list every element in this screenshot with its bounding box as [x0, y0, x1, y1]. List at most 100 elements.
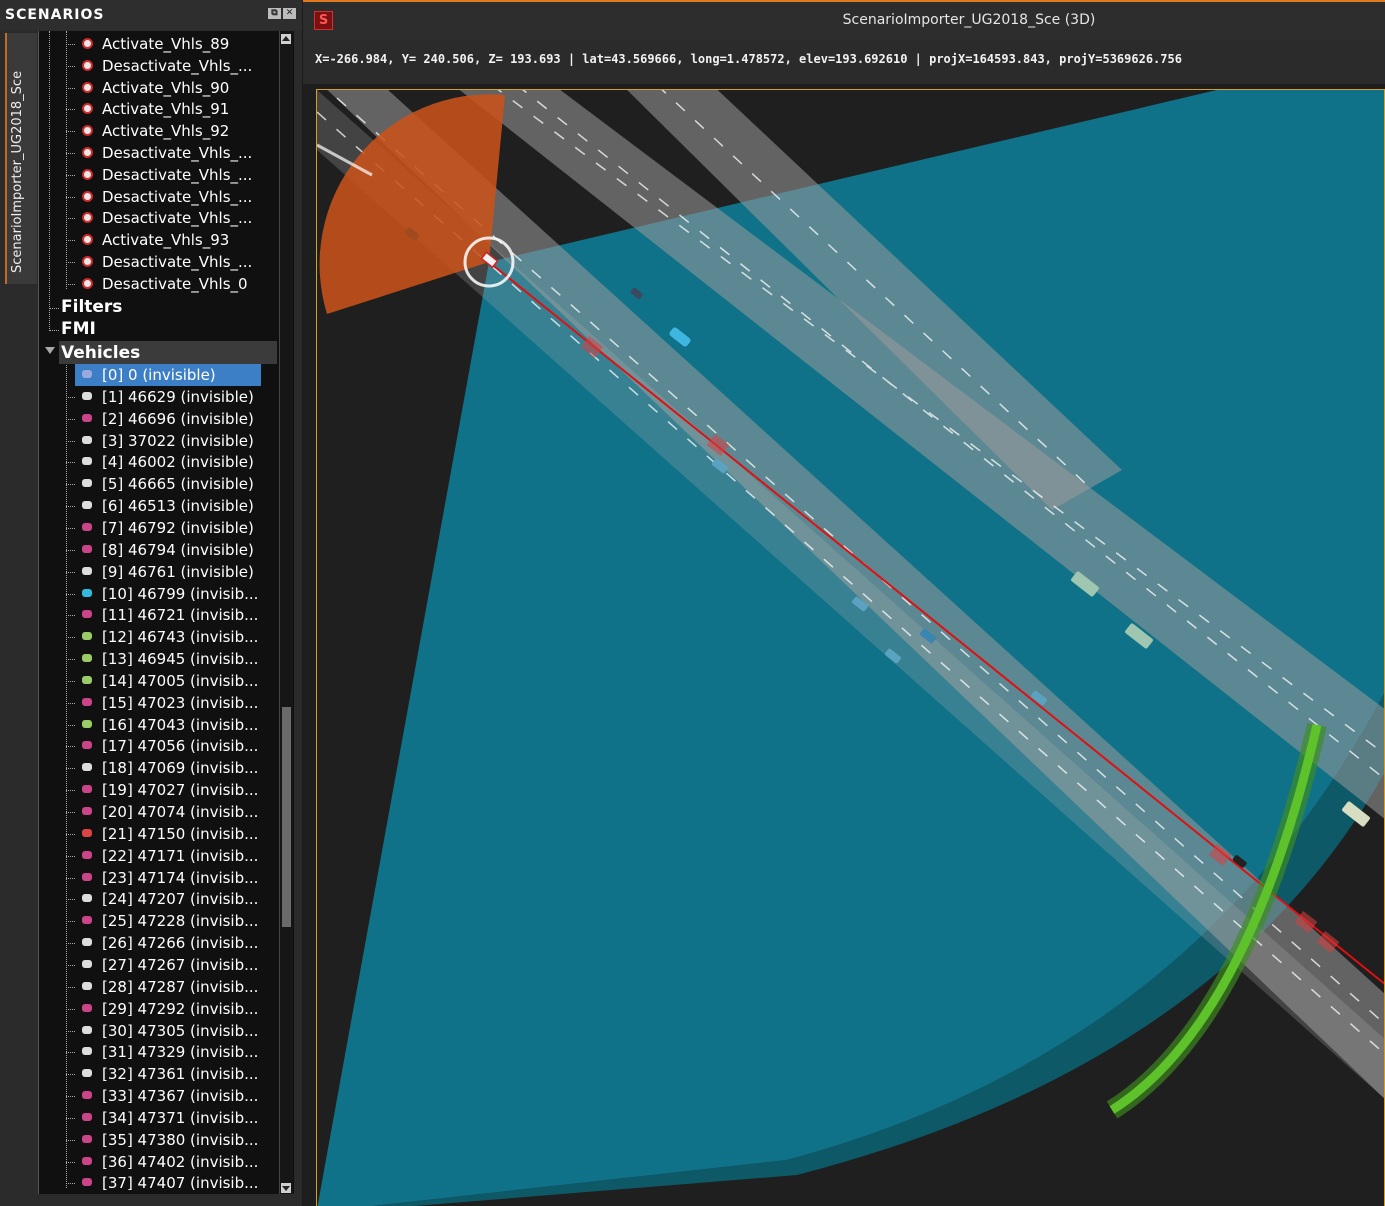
vehicle-item[interactable]: [19] 47027 (invisib...: [39, 779, 279, 801]
vehicle-item[interactable]: [5] 46665 (invisible): [39, 473, 279, 495]
vehicle-item[interactable]: [2] 46696 (invisible): [39, 408, 279, 430]
vehicle-item[interactable]: [0] 0 (invisible): [75, 364, 261, 386]
vehicle-label: [10] 46799 (invisib...: [102, 584, 259, 603]
vehicle-item[interactable]: [15] 47023 (invisib...: [39, 692, 279, 714]
vehicle-label: [7] 46792 (invisible): [102, 518, 254, 537]
vehicle-icon: [82, 1134, 92, 1143]
vehicle-label: [14] 47005 (invisib...: [102, 671, 259, 690]
subscenario-item[interactable]: Activate_Vhls_89: [39, 33, 279, 55]
vehicle-item[interactable]: [37] 47407 (invisib...: [39, 1172, 279, 1194]
vehicle-icon: [82, 785, 92, 794]
vehicle-item[interactable]: [6] 46513 (invisible): [39, 495, 279, 517]
vehicle-item[interactable]: [17] 47056 (invisib...: [39, 735, 279, 757]
vehicle-item[interactable]: [22] 47171 (invisib...: [39, 845, 279, 867]
vehicle-label: [6] 46513 (invisible): [102, 497, 254, 516]
vehicle-item[interactable]: [10] 46799 (invisib...: [39, 583, 279, 605]
vehicle-icon: [82, 1003, 92, 1012]
vehicle-icon: [82, 828, 92, 837]
scroll-down-button[interactable]: [281, 1183, 291, 1193]
scene-svg[interactable]: [317, 90, 1385, 1206]
subscenario-item[interactable]: Desactivate_Vhls_...: [39, 142, 279, 164]
vehicle-label: [19] 47027 (invisib...: [102, 781, 259, 800]
tree-section-filters[interactable]: Filters: [39, 297, 279, 319]
scenario-pin-icon: [82, 147, 93, 158]
vehicle-item[interactable]: [8] 46794 (invisible): [39, 539, 279, 561]
vehicle-item[interactable]: [24] 47207 (invisib...: [39, 888, 279, 910]
vehicle-item[interactable]: [31] 47329 (invisib...: [39, 1041, 279, 1063]
vehicle-item[interactable]: [20] 47074 (invisib...: [39, 801, 279, 823]
vehicle-item[interactable]: [25] 47228 (invisib...: [39, 910, 279, 932]
vehicle-item[interactable]: [27] 47267 (invisib...: [39, 954, 279, 976]
viewport-titlebar: S ScenarioImporter_UG2018_Sce (3D): [303, 2, 1385, 40]
subscenario-item[interactable]: Desactivate_Vhls_...: [39, 55, 279, 77]
subscenario-item[interactable]: Activate_Vhls_91: [39, 98, 279, 120]
vehicle-item[interactable]: [14] 47005 (invisib...: [39, 670, 279, 692]
vehicle-icon: [82, 697, 92, 706]
subscenario-item[interactable]: Desactivate_Vhls_...: [39, 207, 279, 229]
subscenario-label: Desactivate_Vhls_...: [102, 165, 253, 184]
tree-section-fmi[interactable]: FMI: [39, 319, 279, 341]
vehicle-item[interactable]: [4] 46002 (invisible): [39, 451, 279, 473]
subscenario-item[interactable]: Desactivate_Vhls_...: [39, 164, 279, 186]
vehicle-item[interactable]: [21] 47150 (invisib...: [39, 823, 279, 845]
vehicle-icon: [82, 675, 92, 684]
scene-canvas[interactable]: [316, 89, 1385, 1206]
tab-scenario[interactable]: ScenarioImporter_UG2018_Sce: [5, 33, 37, 284]
vehicle-item[interactable]: [32] 47361 (invisib...: [39, 1063, 279, 1085]
vehicle-item[interactable]: [18] 47069 (invisib...: [39, 757, 279, 779]
vehicle-label: [18] 47069 (invisib...: [102, 759, 259, 778]
vehicle-label: [20] 47074 (invisib...: [102, 803, 259, 821]
subscenario-item[interactable]: Activate_Vhls_92: [39, 120, 279, 142]
vehicle-label: [5] 46665 (invisible): [102, 475, 254, 494]
vehicle-item[interactable]: [3] 37022 (invisible): [39, 430, 279, 452]
vehicle-icon: [82, 566, 92, 575]
scroll-thumb[interactable]: [282, 707, 291, 927]
vehicle-label: [1] 46629 (invisible): [102, 387, 254, 406]
vehicle-item[interactable]: [34] 47371 (invisib...: [39, 1107, 279, 1129]
vehicle-icon: [82, 741, 92, 750]
vehicle-item[interactable]: [9] 46761 (invisible): [39, 561, 279, 583]
float-panel-button[interactable]: ⧉: [268, 8, 281, 19]
viewport-title: ScenarioImporter_UG2018_Sce (3D): [842, 12, 1096, 28]
vehicle-item[interactable]: [1] 46629 (invisible): [39, 386, 279, 408]
vehicle-item[interactable]: [36] 47402 (invisib...: [39, 1151, 279, 1173]
vehicle-label: [12] 46743 (invisib...: [102, 628, 259, 647]
subscenario-item[interactable]: Activate_Vhls_93: [39, 229, 279, 251]
vehicle-item[interactable]: [29] 47292 (invisib...: [39, 998, 279, 1020]
vehicle-item[interactable]: [16] 47043 (invisib...: [39, 714, 279, 736]
subscenario-item[interactable]: Activate_Vhls_90: [39, 77, 279, 99]
vehicle-icon: [82, 501, 92, 510]
vehicle-icon: [82, 916, 92, 925]
subscenario-label: Desactivate_Vhls_...: [102, 187, 253, 206]
vehicle-item[interactable]: [33] 47367 (invisib...: [39, 1085, 279, 1107]
vehicle-icon: [82, 1112, 92, 1121]
vehicle-item[interactable]: [11] 46721 (invisib...: [39, 604, 279, 626]
subscenario-item[interactable]: Desactivate_Vhls_0: [39, 273, 279, 295]
vehicle-label: [32] 47361 (invisib...: [102, 1065, 259, 1084]
subscenario-item[interactable]: Desactivate_Vhls_...: [39, 186, 279, 208]
tree-scrollbar[interactable]: [279, 31, 293, 1194]
scenario-pin-icon: [82, 277, 93, 289]
vehicle-label: [31] 47329 (invisib...: [102, 1043, 259, 1062]
scenario-pin-icon: [82, 256, 93, 267]
vehicle-item[interactable]: [13] 46945 (invisib...: [39, 648, 279, 670]
subscenario-item[interactable]: Desactivate_Vhls_...: [39, 251, 279, 273]
vehicle-icon: [82, 872, 92, 881]
vehicle-item[interactable]: [23] 47174 (invisib...: [39, 867, 279, 889]
scenario-tree[interactable]: Activate_Vhls_89 Desactivate_Vhls_... Acti…: [38, 31, 294, 1194]
vehicle-item[interactable]: [7] 46792 (invisible): [39, 517, 279, 539]
vehicle-item[interactable]: [12] 46743 (invisib...: [39, 626, 279, 648]
vehicle-item[interactable]: [35] 47380 (invisib...: [39, 1129, 279, 1151]
tree-section-vehicles[interactable]: Vehicles: [59, 341, 277, 364]
scroll-up-button[interactable]: [281, 34, 291, 44]
close-panel-button[interactable]: ✕: [283, 8, 296, 19]
expand-arrow-icon[interactable]: [45, 347, 55, 354]
vehicle-item[interactable]: [30] 47305 (invisib...: [39, 1020, 279, 1042]
vehicle-icon: [82, 959, 92, 968]
arrow-down-icon: [282, 1186, 290, 1191]
vehicle-item[interactable]: [26] 47266 (invisib...: [39, 932, 279, 954]
scenario-pin-icon: [82, 59, 93, 71]
vehicle-icon: [82, 544, 92, 553]
vehicle-item[interactable]: [28] 47287 (invisib...: [39, 976, 279, 998]
vehicle-label: [3] 37022 (invisible): [102, 431, 254, 450]
